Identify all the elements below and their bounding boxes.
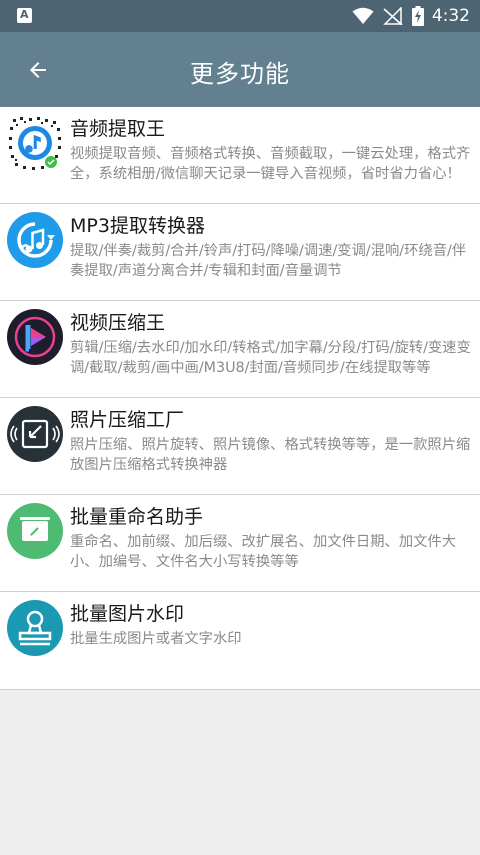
list-item-video-compress[interactable]: 视频压缩王 剪辑/压缩/去水印/加水印/转格式/加字幕/分段/打码/旋转/变速变…: [0, 301, 480, 398]
status-bar: A 4:32: [0, 0, 480, 32]
item-description: 提取/伴奏/裁剪/合并/铃声/打码/降噪/调速/变调/混响/环绕音/伴奏提取/声…: [70, 243, 467, 279]
item-description: 重命名、加前缀、加后缀、改扩展名、加文件日期、加文件大小、加编号、文件名大小写转…: [70, 534, 457, 570]
item-description: 批量生成图片或者文字水印: [70, 631, 242, 647]
item-text: 批量图片水印 批量生成图片或者文字水印: [70, 602, 472, 650]
item-text: 视频压缩王 剪辑/压缩/去水印/加水印/转格式/加字幕/分段/打码/旋转/变速变…: [70, 311, 472, 378]
list-item-audio-extract[interactable]: 音频提取王 视频提取音频、音频格式转换、音频截取，一键云处理，格式齐全，系统相册…: [0, 107, 480, 204]
page-title: 更多功能: [190, 60, 290, 88]
item-title: MP3提取转换器: [70, 215, 205, 237]
battery-charging-icon: [411, 6, 424, 26]
app-bar: 更多功能: [0, 32, 480, 107]
no-signal-icon: [383, 7, 403, 25]
item-title: 批量重命名助手: [70, 506, 204, 528]
qr-code-music-icon: [7, 115, 63, 171]
item-description: 照片压缩、照片旋转、照片镜像、格式转换等等，是一款照片缩放图片压缩格式转换神器: [70, 437, 471, 473]
video-play-circle-icon: [7, 309, 63, 365]
notification-app-letter: A: [20, 8, 29, 21]
status-icons: 4:32: [352, 0, 470, 32]
rename-edit-icon: [7, 503, 63, 559]
item-description: 剪辑/压缩/去水印/加水印/转格式/加字幕/分段/打码/旋转/变速变调/截取/裁…: [70, 340, 471, 376]
item-text: MP3提取转换器 提取/伴奏/裁剪/合并/铃声/打码/降噪/调速/变调/混响/环…: [70, 214, 472, 281]
stamp-watermark-icon: [7, 600, 63, 656]
item-title: 照片压缩工厂: [70, 409, 185, 431]
item-description: 视频提取音频、音频格式转换、音频截取，一键云处理，格式齐全，系统相册/微信聊天记…: [70, 146, 471, 182]
item-title: 视频压缩王: [70, 312, 166, 334]
item-title: 批量图片水印: [70, 603, 185, 625]
wifi-icon: [352, 7, 374, 24]
list-item-batch-watermark[interactable]: 批量图片水印 批量生成图片或者文字水印: [0, 592, 480, 689]
music-note-circle-icon: [7, 212, 63, 268]
list-item-mp3-converter[interactable]: MP3提取转换器 提取/伴奏/裁剪/合并/铃声/打码/降噪/调速/变调/混响/环…: [0, 204, 480, 301]
item-text: 照片压缩工厂 照片压缩、照片旋转、照片镜像、格式转换等等，是一款照片缩放图片压缩…: [70, 408, 472, 475]
list-item-batch-rename[interactable]: 批量重命名助手 重命名、加前缀、加后缀、改扩展名、加文件日期、加文件大小、加编号…: [0, 495, 480, 592]
list-item-photo-compress[interactable]: 照片压缩工厂 照片压缩、照片旋转、照片镜像、格式转换等等，是一款照片缩放图片压缩…: [0, 398, 480, 495]
item-title: 音频提取王: [70, 118, 166, 140]
photo-compress-icon: [7, 406, 63, 462]
item-text: 音频提取王 视频提取音频、音频格式转换、音频截取，一键云处理，格式齐全，系统相册…: [70, 117, 472, 184]
status-time: 4:32: [431, 6, 470, 26]
notification-app-icon: A: [17, 8, 32, 23]
app-list: 音频提取王 视频提取音频、音频格式转换、音频截取，一键云处理，格式齐全，系统相册…: [0, 107, 480, 690]
item-text: 批量重命名助手 重命名、加前缀、加后缀、改扩展名、加文件日期、加文件大小、加编号…: [70, 505, 472, 572]
